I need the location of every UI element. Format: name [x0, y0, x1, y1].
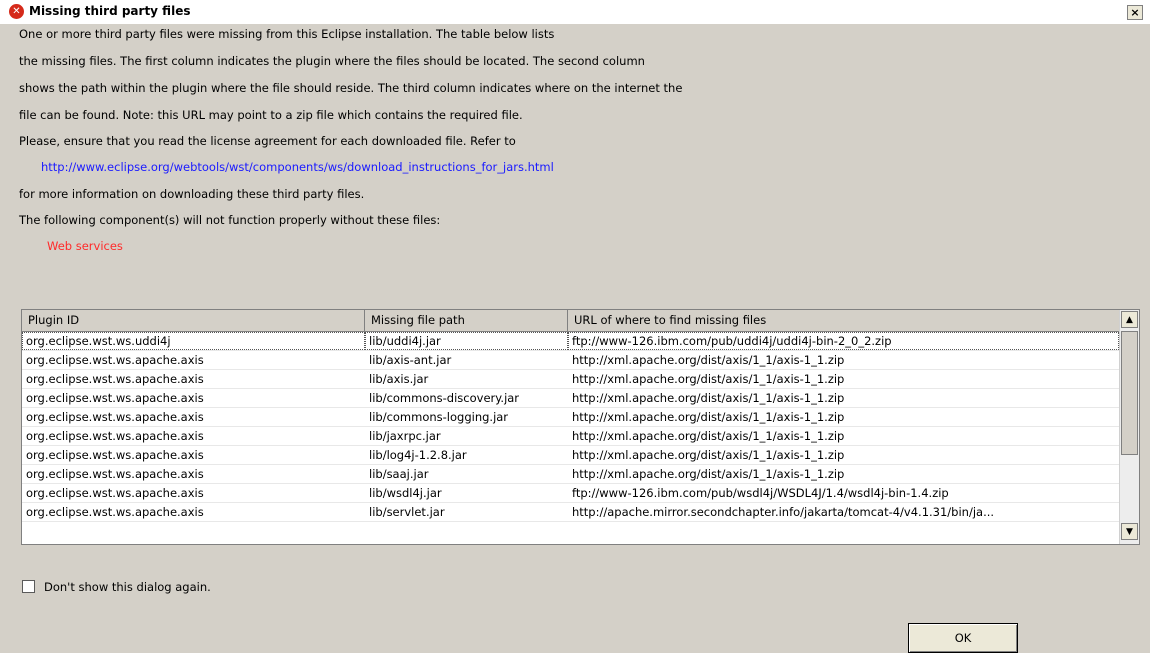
cell-file-path: lib/axis-ant.jar	[369, 353, 452, 367]
cell-file-path: lib/log4j-1.2.8.jar	[369, 448, 467, 462]
message-line-7: The following component(s) will not func…	[19, 213, 441, 227]
table-scrollbar[interactable]: ▲ ▼	[1119, 310, 1139, 544]
dialog-body: One or more third party files were missi…	[0, 24, 1150, 653]
message-line-5: Please, ensure that you read the license…	[19, 134, 516, 148]
column-header-url[interactable]: URL of where to find missing files	[568, 310, 1119, 331]
scrollbar-thumb[interactable]	[1121, 331, 1138, 455]
scroll-up-icon[interactable]: ▲	[1121, 311, 1138, 328]
cell-plugin-id: org.eclipse.wst.ws.apache.axis	[26, 429, 204, 443]
cell-file-path: lib/uddi4j.jar	[365, 332, 568, 350]
table-row[interactable]: org.eclipse.wst.ws.uddi4j lib/uddi4j.jar f…	[22, 332, 1119, 351]
table-row[interactable]: org.eclipse.wst.ws.apache.axis lib/axis-a…	[22, 351, 1119, 370]
cell-url: http://xml.apache.org/dist/axis/1_1/axis…	[572, 372, 845, 386]
cell-url: http://xml.apache.org/dist/axis/1_1/axis…	[572, 391, 845, 405]
cell-file-path: lib/axis.jar	[369, 372, 429, 386]
column-header-plugin-id[interactable]: Plugin ID	[22, 310, 365, 331]
title-bar: ✕ Missing third party files ×	[0, 0, 1150, 25]
cell-url: http://xml.apache.org/dist/axis/1_1/axis…	[572, 410, 845, 424]
cell-file-path: lib/servlet.jar	[369, 505, 445, 519]
table-row[interactable]: org.eclipse.wst.ws.apache.axis lib/common…	[22, 408, 1119, 427]
ok-button[interactable]: OK	[908, 623, 1018, 653]
table-row[interactable]: org.eclipse.wst.ws.apache.axis lib/jaxrpc…	[22, 427, 1119, 446]
cell-plugin-id: org.eclipse.wst.ws.apache.axis	[26, 505, 204, 519]
cell-url: http://xml.apache.org/dist/axis/1_1/axis…	[572, 448, 845, 462]
table-rows: org.eclipse.wst.ws.uddi4j lib/uddi4j.jar f…	[22, 332, 1119, 522]
cell-url: http://xml.apache.org/dist/axis/1_1/axis…	[572, 353, 845, 367]
cell-file-path: lib/commons-discovery.jar	[369, 391, 520, 405]
cell-url: http://apache.mirror.secondchapter.info/…	[572, 505, 995, 519]
cell-plugin-id: org.eclipse.wst.ws.apache.axis	[26, 391, 204, 405]
table-row[interactable]: org.eclipse.wst.ws.apache.axis lib/saaj.j…	[22, 465, 1119, 484]
missing-files-table[interactable]: Plugin ID Missing file path URL of where…	[21, 309, 1140, 545]
message-line-1: One or more third party files were missi…	[19, 27, 555, 41]
dialog-title: Missing third party files	[29, 4, 191, 18]
component-name: Web services	[47, 239, 123, 253]
column-header-file-path[interactable]: Missing file path	[365, 310, 568, 331]
cell-plugin-id: org.eclipse.wst.ws.apache.axis	[26, 448, 204, 462]
cell-plugin-id: org.eclipse.wst.ws.uddi4j	[22, 332, 365, 350]
cell-file-path: lib/commons-logging.jar	[369, 410, 509, 424]
message-line-3: shows the path within the plugin where t…	[19, 81, 683, 95]
dont-show-again-label: Don't show this dialog again.	[44, 580, 211, 594]
download-instructions-link[interactable]: http://www.eclipse.org/webtools/wst/comp…	[41, 160, 554, 174]
error-icon: ✕	[9, 4, 24, 19]
table-header: Plugin ID Missing file path URL of where…	[22, 310, 1119, 332]
scroll-down-icon[interactable]: ▼	[1121, 523, 1138, 540]
message-line-6: for more information on downloading thes…	[19, 187, 365, 201]
message-line-2: the missing files. The first column indi…	[19, 54, 645, 68]
cell-plugin-id: org.eclipse.wst.ws.apache.axis	[26, 486, 204, 500]
table-row[interactable]: org.eclipse.wst.ws.apache.axis lib/log4j-…	[22, 446, 1119, 465]
table-row[interactable]: org.eclipse.wst.ws.apache.axis lib/servle…	[22, 503, 1119, 522]
table-row[interactable]: org.eclipse.wst.ws.apache.axis lib/axis.j…	[22, 370, 1119, 389]
cell-plugin-id: org.eclipse.wst.ws.apache.axis	[26, 372, 204, 386]
cell-url: http://xml.apache.org/dist/axis/1_1/axis…	[572, 429, 845, 443]
cell-file-path: lib/jaxrpc.jar	[369, 429, 441, 443]
table-row[interactable]: org.eclipse.wst.ws.apache.axis lib/common…	[22, 389, 1119, 408]
cell-url: http://xml.apache.org/dist/axis/1_1/axis…	[572, 467, 845, 481]
table-row[interactable]: org.eclipse.wst.ws.apache.axis lib/wsdl4j…	[22, 484, 1119, 503]
cell-file-path: lib/saaj.jar	[369, 467, 429, 481]
cell-url: ftp://www-126.ibm.com/pub/wsdl4j/WSDL4J/…	[572, 486, 949, 500]
message-line-4: file can be found. Note: this URL may po…	[19, 108, 523, 122]
cell-plugin-id: org.eclipse.wst.ws.apache.axis	[26, 410, 204, 424]
cell-plugin-id: org.eclipse.wst.ws.apache.axis	[26, 353, 204, 367]
cell-file-path: lib/wsdl4j.jar	[369, 486, 442, 500]
close-button[interactable]: ×	[1127, 5, 1143, 20]
dont-show-again-checkbox[interactable]	[22, 580, 35, 593]
cell-url: ftp://www-126.ibm.com/pub/uddi4j/uddi4j-…	[568, 332, 1119, 350]
cell-plugin-id: org.eclipse.wst.ws.apache.axis	[26, 467, 204, 481]
